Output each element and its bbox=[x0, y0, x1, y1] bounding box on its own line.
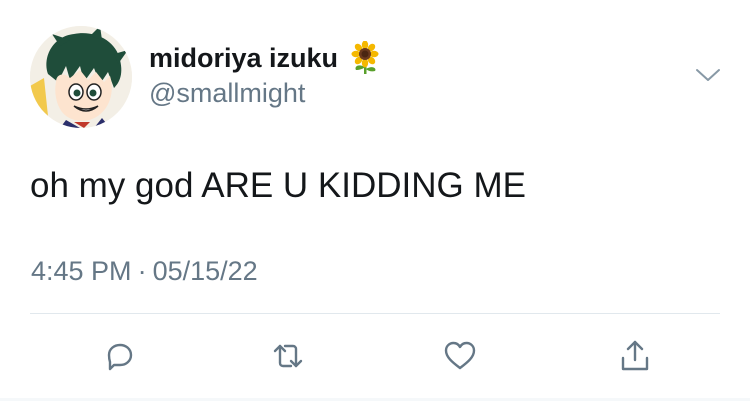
retweet-icon bbox=[273, 344, 303, 368]
tweet-text: oh my god ARE U KIDDING ME bbox=[30, 166, 526, 205]
timestamp-separator: · bbox=[137, 256, 147, 286]
user-handle[interactable]: @smallmight bbox=[149, 78, 305, 109]
display-name-row: midoriya izuku bbox=[149, 38, 380, 78]
tweet-time: 4:45 PM bbox=[31, 256, 132, 286]
sunflower-icon bbox=[351, 41, 379, 74]
display-name[interactable]: midoriya izuku bbox=[149, 43, 338, 74]
tweet-menu-button[interactable] bbox=[693, 64, 723, 86]
tweet-date: 05/15/22 bbox=[152, 256, 258, 286]
share-button[interactable] bbox=[613, 336, 657, 376]
reply-icon bbox=[107, 343, 133, 371]
timestamp[interactable]: 4:45 PM · 05/15/22 bbox=[31, 256, 258, 287]
avatar-image bbox=[30, 26, 132, 128]
like-button[interactable] bbox=[438, 336, 482, 376]
avatar[interactable] bbox=[30, 26, 132, 128]
share-icon bbox=[621, 340, 649, 371]
tweet: midoriya izuku @smallmight oh my god ARE… bbox=[0, 0, 750, 401]
retweet-button[interactable] bbox=[266, 336, 310, 376]
divider bbox=[30, 313, 720, 314]
reply-button[interactable] bbox=[97, 336, 141, 376]
like-icon bbox=[444, 341, 476, 370]
chevron-down-icon bbox=[696, 69, 720, 81]
